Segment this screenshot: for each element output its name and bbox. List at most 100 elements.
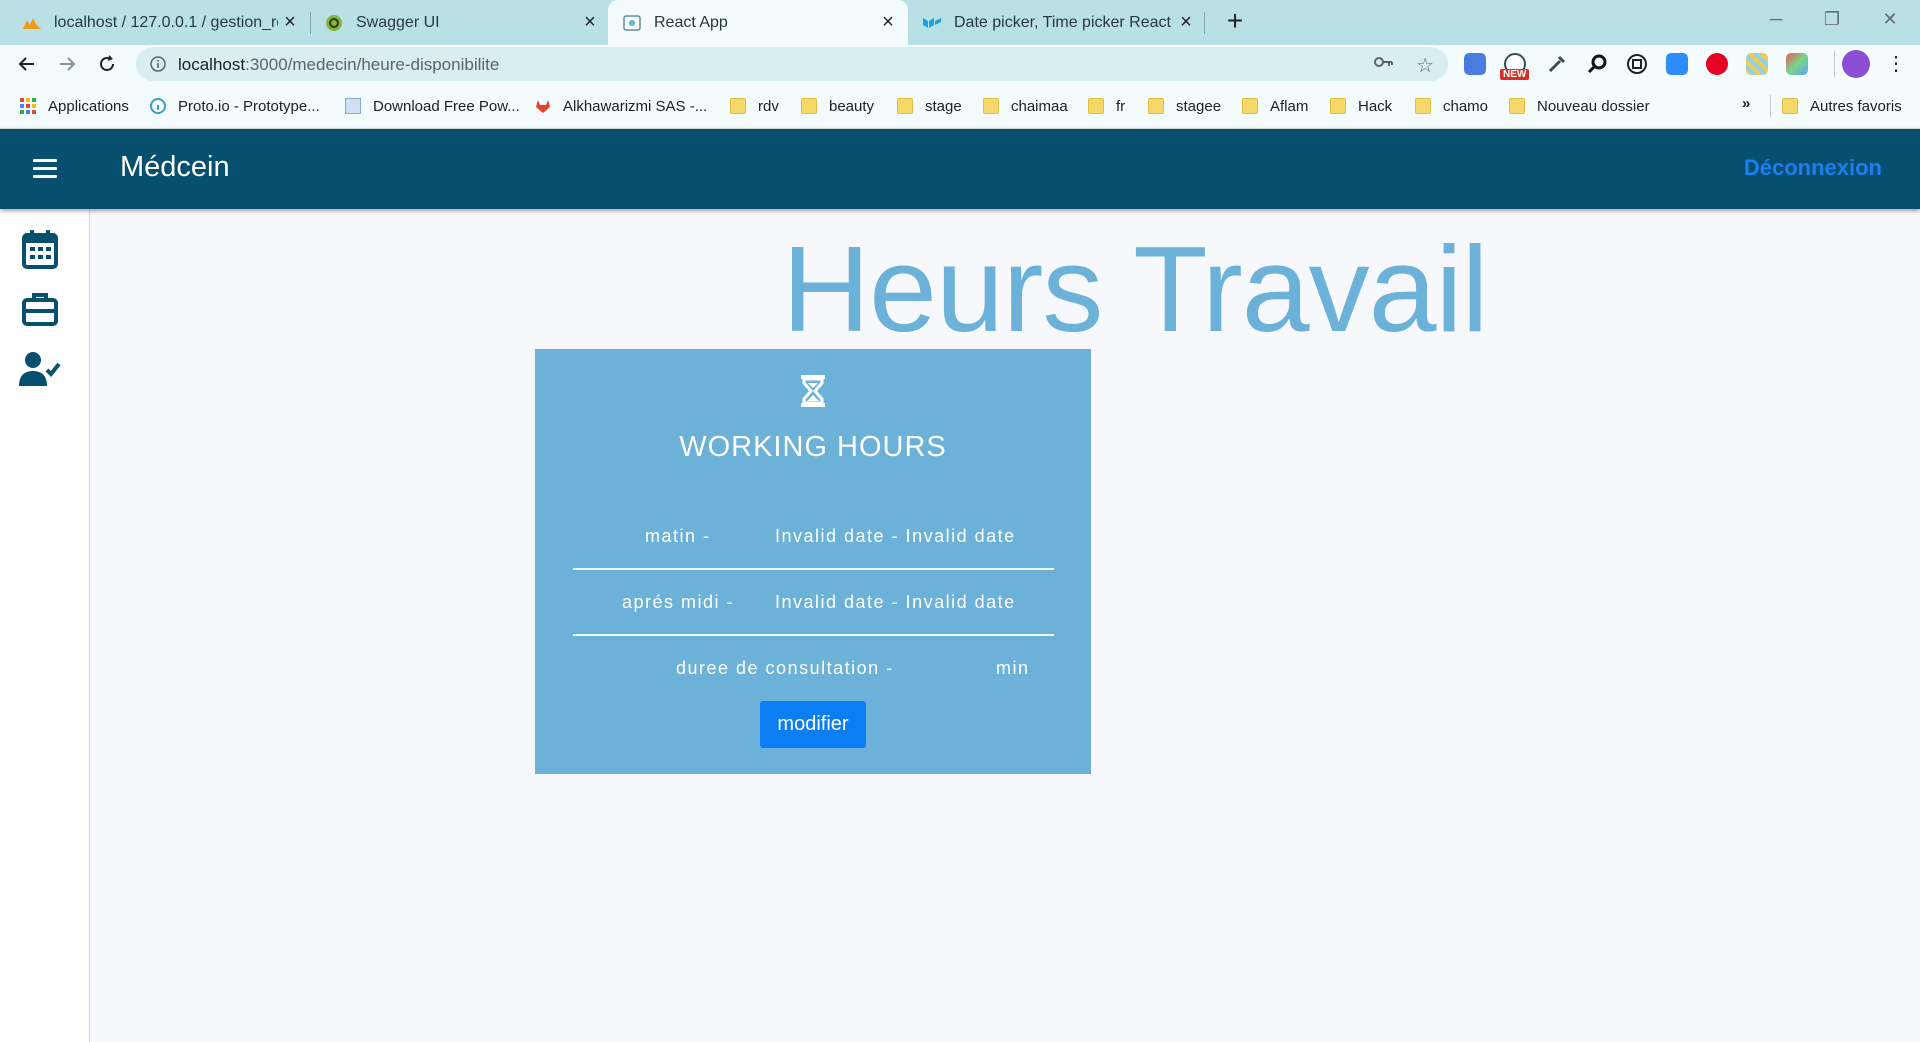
avatar[interactable] <box>1842 50 1870 78</box>
page-title: Heurs Travail <box>782 221 1489 357</box>
afternoon-value: Invalid date - Invalid date <box>775 592 1016 612</box>
back-arrow-icon <box>18 57 34 71</box>
folder-icon <box>730 98 746 114</box>
forward-button[interactable] <box>52 49 82 79</box>
bookmark-label: rdv <box>758 97 779 115</box>
bookmark-applications[interactable]: Applications <box>20 95 129 117</box>
user-check-icon[interactable] <box>18 347 62 391</box>
divider <box>573 568 1054 570</box>
working-hours-card: WORKING HOURS matin - Invalid date - Inv… <box>535 349 1091 774</box>
menu-icon[interactable] <box>33 159 57 179</box>
tab-react-app[interactable]: React App × <box>608 0 908 45</box>
window-close-button[interactable]: ✕ <box>1862 0 1918 38</box>
close-icon[interactable]: × <box>578 11 602 34</box>
modify-button[interactable]: modifier <box>760 701 866 748</box>
folder-icon <box>1782 98 1798 114</box>
bookmark-label: Download Free Pow... <box>373 97 520 115</box>
bookmark-folder-stage[interactable]: stage <box>897 95 962 117</box>
address-bar[interactable]: localhost:3000/medecin/heure-disponibili… <box>136 47 1448 81</box>
morning-label: matin - <box>645 526 711 546</box>
folder-icon <box>983 98 999 114</box>
browser-menu-icon[interactable]: ⋮ <box>1886 51 1906 77</box>
browser-toolbar: localhost:3000/medecin/heure-disponibili… <box>0 45 1920 83</box>
cube-extension-icon[interactable] <box>1786 53 1808 75</box>
app-title: Médcein <box>120 151 230 183</box>
folder-icon <box>801 98 817 114</box>
swagger-icon <box>324 13 344 33</box>
bookmark-folder-chaimaa[interactable]: chaimaa <box>983 95 1068 117</box>
phpmyadmin-icon <box>22 13 42 33</box>
close-icon[interactable]: × <box>278 11 302 34</box>
tab-phpmyadmin[interactable]: localhost / 127.0.0.1 / gestion_rdv × <box>22 0 302 45</box>
app-header: Médcein Déconnexion <box>0 129 1920 209</box>
eyedropper-icon[interactable] <box>1546 53 1568 75</box>
bookmark-other-favorites[interactable]: Autres favoris <box>1782 95 1902 117</box>
morning-value: Invalid date - Invalid date <box>775 526 1016 546</box>
tab-swagger[interactable]: Swagger UI × <box>324 0 602 45</box>
minimize-button[interactable]: ─ <box>1748 0 1804 38</box>
bookmark-label: stagee <box>1176 97 1222 115</box>
info-icon[interactable] <box>150 56 166 77</box>
folder-icon <box>1415 98 1431 114</box>
url-path: :3000/medecin/heure-disponibilite <box>245 55 500 74</box>
bookmark-star-icon[interactable]: ☆ <box>1416 53 1434 78</box>
sidebar <box>0 209 90 1042</box>
bookmark-label: Aflam <box>1270 97 1309 115</box>
magnifier-extension-icon[interactable] <box>1586 53 1608 75</box>
tab-separator <box>1204 12 1205 34</box>
close-icon[interactable]: × <box>1174 11 1198 34</box>
bookmark-folder-stagee[interactable]: stagee <box>1148 95 1221 117</box>
apps-grid-icon <box>20 98 36 114</box>
zoom-extension-icon[interactable] <box>1666 53 1688 75</box>
bookmark-alkhawarizmi[interactable]: Alkhawarizmi SAS -... <box>535 95 707 117</box>
bookmark-protoio[interactable]: Proto.io - Prototype... <box>150 95 320 117</box>
folder-icon <box>1148 98 1164 114</box>
bookmark-folder-rdv[interactable]: rdv <box>730 95 779 117</box>
url-host: localhost <box>178 55 246 74</box>
bookmark-download-free[interactable]: Download Free Pow... <box>345 95 520 117</box>
bookmarks-separator <box>1770 95 1771 117</box>
briefcase-icon[interactable] <box>18 287 62 331</box>
mui-icon <box>922 13 942 33</box>
calendar-icon[interactable] <box>18 227 62 271</box>
consultation-label: duree de consultation - <box>676 658 894 678</box>
bookmark-folder-beauty[interactable]: beauty <box>801 95 874 117</box>
reload-button[interactable] <box>92 49 122 79</box>
translate-extension-icon[interactable] <box>1464 53 1486 75</box>
bookmark-label: Autres favoris <box>1810 97 1902 115</box>
bookmark-label: chamo <box>1443 97 1489 115</box>
tab-separator <box>310 12 311 34</box>
folder-icon <box>1509 98 1525 114</box>
pinterest-icon[interactable] <box>1706 53 1728 75</box>
folder-icon <box>1088 98 1104 114</box>
afternoon-label: aprés midi - <box>622 592 735 612</box>
bookmarks-overflow-button[interactable]: » <box>1742 95 1750 112</box>
main-content: Heurs Travail WORKING HOURS matin - Inva… <box>90 209 1920 1042</box>
key-icon[interactable] <box>1374 55 1394 74</box>
folder-icon <box>1242 98 1258 114</box>
restore-button[interactable]: ❐ <box>1804 0 1860 38</box>
bookmark-folder-aflam[interactable]: Aflam <box>1242 95 1308 117</box>
react-icon <box>622 13 642 33</box>
bookmark-label: stage <box>925 97 962 115</box>
copy-extension-icon[interactable] <box>1626 53 1648 75</box>
bookmark-label: Alkhawarizmi SAS -... <box>563 97 708 115</box>
bookmark-folder-fr[interactable]: fr <box>1088 95 1125 117</box>
tab-date-picker[interactable]: Date picker, Time picker React co × <box>922 0 1198 45</box>
browser-tab-strip: localhost / 127.0.0.1 / gestion_rdv × Sw… <box>0 0 1920 45</box>
bookmark-label: fr <box>1116 97 1126 115</box>
new-tab-button[interactable]: + <box>1220 6 1250 36</box>
bookmarks-bar: Applications Proto.io - Prototype... Dow… <box>0 83 1920 129</box>
toolbar-separator <box>1834 51 1835 77</box>
grid-extension-icon[interactable] <box>1746 53 1768 75</box>
back-button[interactable] <box>12 49 42 79</box>
close-icon[interactable]: × <box>876 11 900 34</box>
bookmark-folder-hack[interactable]: Hack <box>1330 95 1392 117</box>
reload-icon <box>100 55 114 71</box>
bookmark-folder-chamo[interactable]: chamo <box>1415 95 1488 117</box>
bookmark-folder-nouveau-dossier[interactable]: Nouveau dossier <box>1509 95 1650 117</box>
logout-button[interactable]: Déconnexion <box>1744 155 1882 181</box>
hourglass-icon <box>801 375 825 407</box>
divider <box>573 634 1054 636</box>
forward-arrow-icon <box>60 57 76 71</box>
